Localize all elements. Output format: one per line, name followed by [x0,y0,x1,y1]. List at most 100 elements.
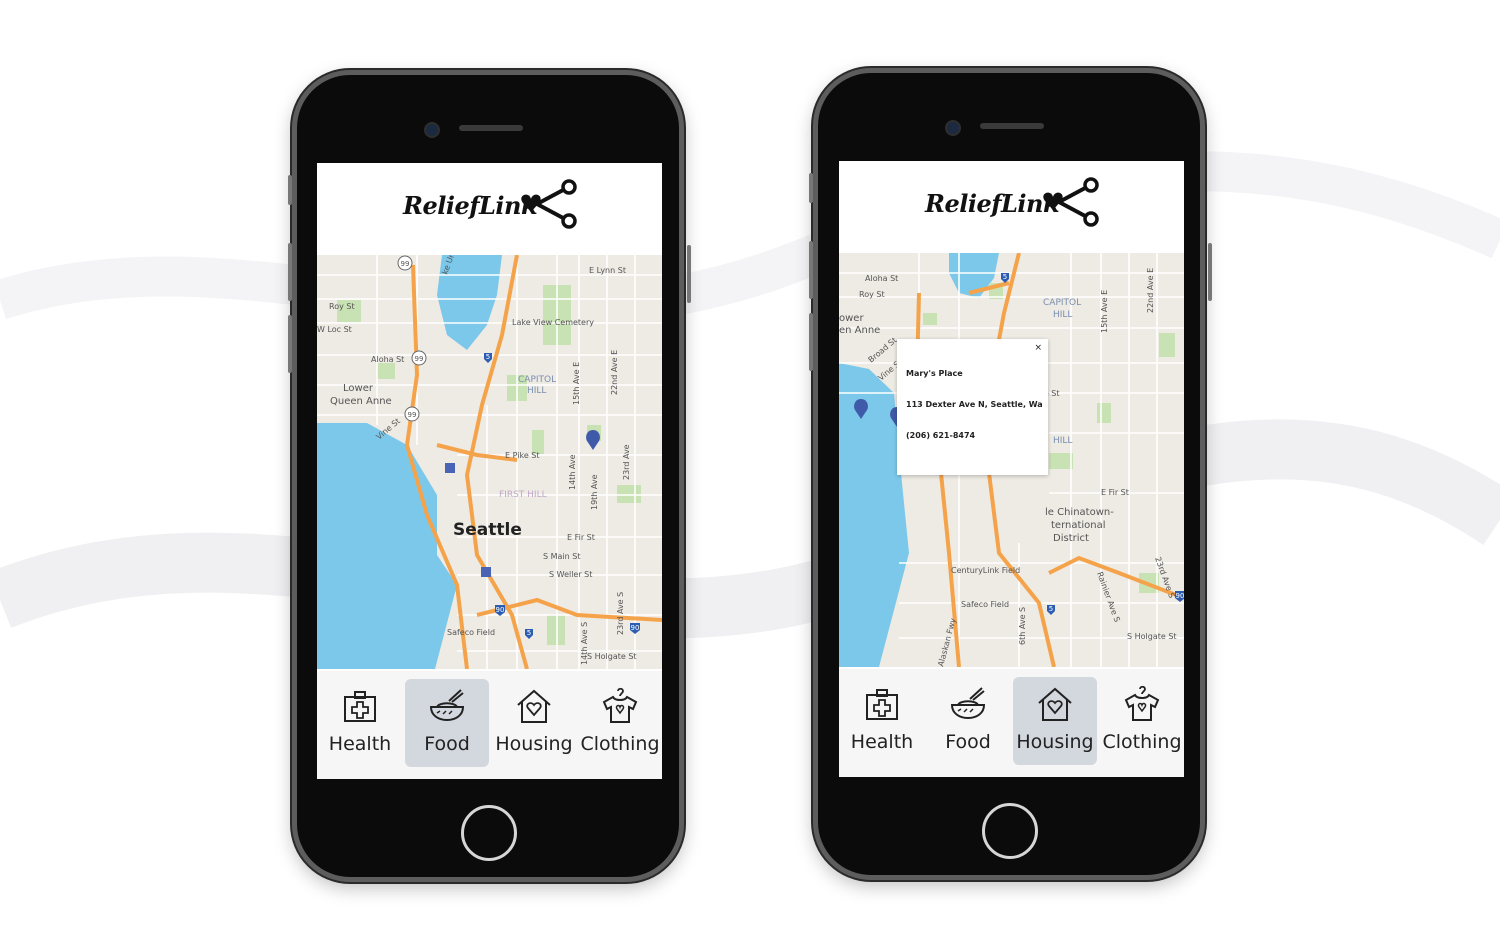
map-label-6th-ave-s: 6th Ave S [1018,607,1027,645]
map-label-e-fir-st: E Fir St [1101,488,1129,497]
map-label-centurylink-field: CenturyLink Field [951,566,1020,575]
map-view[interactable]: 99 99 99 5 90 5 90 E Lynn St Lake View C… [317,255,662,669]
map-label-e-lynn-st: E Lynn St [589,266,626,275]
screen: ReliefLink [839,161,1184,777]
earpiece-speaker [459,125,523,131]
map-label-hill: HILL [1053,310,1072,320]
map-label-hill-2: HILL [1053,436,1072,446]
tab-label-housing: Housing [495,733,573,755]
interstate-5-shield: 5 [527,629,531,637]
first-aid-kit-icon [866,689,898,720]
phone-left: ReliefLink 99 99 99 5 90 5 90 E Lynn St … [288,70,691,882]
popup-location-address: 113 Dexter Ave N, Seattle, Wa [906,400,1043,409]
map-label-safeco-field: Safeco Field [447,628,495,637]
house-heart-icon [517,689,551,723]
volume-up-button [288,243,292,301]
food-bowl-icon [429,689,465,722]
map-label-e-pike-st: E Pike St [505,451,540,460]
home-button[interactable] [982,803,1038,859]
background-swoosh [0,151,1500,639]
map-label-roy-st: Roy St [329,302,355,311]
map-label-s-holgate-st: S Holgate St [1127,632,1177,641]
power-button [687,245,691,303]
map-label-e-fir-st: E Fir St [567,533,595,542]
map-label-city: Seattle [453,520,522,540]
heart-share-logo-icon [521,179,577,229]
volume-down-button [809,313,813,371]
tab-housing[interactable]: Housing [492,679,576,767]
highway-99-shield: 99 [415,355,424,363]
map-label-w-loc-st: W Loc St [317,325,352,334]
map-label-chinatown-2: ternational [1051,520,1106,531]
map-label-lower-queen-anne-2: Queen Anne [330,396,392,407]
tab-label-health: Health [328,733,392,755]
tab-label-health: Health [850,731,914,753]
earpiece-speaker [980,123,1044,129]
front-camera [424,122,440,138]
tab-label-housing: Housing [1016,731,1094,753]
map-label-aloha-st: Aloha St [371,355,404,364]
popup-location-phone[interactable]: (206) 621-8474 [906,431,975,440]
food-bowl-icon [950,687,986,720]
power-button [1208,243,1212,301]
home-button[interactable] [461,805,517,861]
map-label-14th-ave: 14th Ave [568,454,577,490]
tab-clothing[interactable]: Clothing [578,679,662,767]
tab-health[interactable]: Health [318,679,402,767]
map-label-15th-ave-e: 15th Ave E [572,362,581,405]
map-label-chinatown-3: District [1053,533,1089,544]
mute-switch [809,173,813,203]
interstate-90-shield: 90 [496,606,505,614]
phone-right: ReliefLink 5 5 90 Aloha St Roy St ower e… [809,68,1212,880]
map-label-22nd-ave-e: 22nd Ave E [610,350,619,395]
house-heart-icon [1038,687,1072,721]
tshirt-hanger-icon [602,687,638,723]
bottom-tab-bar: Health Food Housing Clothing [839,669,1184,777]
tab-clothing[interactable]: Clothing [1100,677,1184,765]
map-label-hill: HILL [527,386,546,396]
location-info-popup: × Mary's Place 113 Dexter Ave N, Seattle… [897,339,1048,475]
tab-housing[interactable]: Housing [1013,677,1097,765]
heart-share-logo-icon [1043,177,1099,227]
popup-location-name: Mary's Place [906,369,963,378]
bottom-tab-bar: Health Food Housing Clothing [317,671,662,779]
interstate-5-shield: 5 [486,353,490,361]
map-label-lower-queen-anne-1: ower [839,313,864,324]
map-label-roy-st: Roy St [859,290,885,299]
map-label-aloha-st: Aloha St [865,274,898,283]
tab-label-food: Food [424,733,470,755]
map-label-15th-ave-e: 15th Ave E [1100,290,1109,333]
tab-label-food: Food [945,731,991,753]
map-label-22nd-ave-e: 22nd Ave E [1146,268,1155,313]
first-aid-kit-icon [344,691,376,722]
map-label-s-weller-st: S Weller St [549,570,592,579]
app-header: ReliefLink [839,161,1184,253]
tab-food[interactable]: Food [926,677,1010,765]
map-label-lower-queen-anne-2: en Anne [839,325,880,336]
interstate-5-shield: 5 [1049,605,1053,613]
app-header: ReliefLink [317,163,662,255]
map-label-capitol: CAPITOL [518,375,556,385]
front-camera [945,120,961,136]
map-label-safeco-field: Safeco Field [961,600,1009,609]
map-label-14th-ave-s: 14th Ave S [580,622,589,665]
highway-99-shield: 99 [401,260,410,268]
map-label-first-hill: FIRST HILL [499,490,547,500]
popup-close-button[interactable]: × [1034,343,1042,353]
tshirt-hanger-icon [1124,685,1160,721]
tab-food[interactable]: Food [405,679,489,767]
map-label-capitol: CAPITOL [1043,298,1081,308]
tab-health[interactable]: Health [840,677,924,765]
mute-switch [288,175,292,205]
highway-99-shield: 99 [408,411,417,419]
map-label-chinatown-1: le Chinatown- [1045,507,1114,518]
map-label-lake-view-cemetery: Lake View Cemetery [512,318,594,327]
volume-up-button [809,241,813,299]
map-label-23rd-ave: 23rd Ave [622,444,631,480]
map-label-s-holgate-st: S Holgate St [587,652,637,661]
interstate-90-shield: 90 [631,624,640,632]
volume-down-button [288,315,292,373]
map-label-lower-queen-anne-1: Lower [343,383,374,394]
screen: ReliefLink [317,163,662,779]
map-label-s-main-st: S Main St [543,552,580,561]
